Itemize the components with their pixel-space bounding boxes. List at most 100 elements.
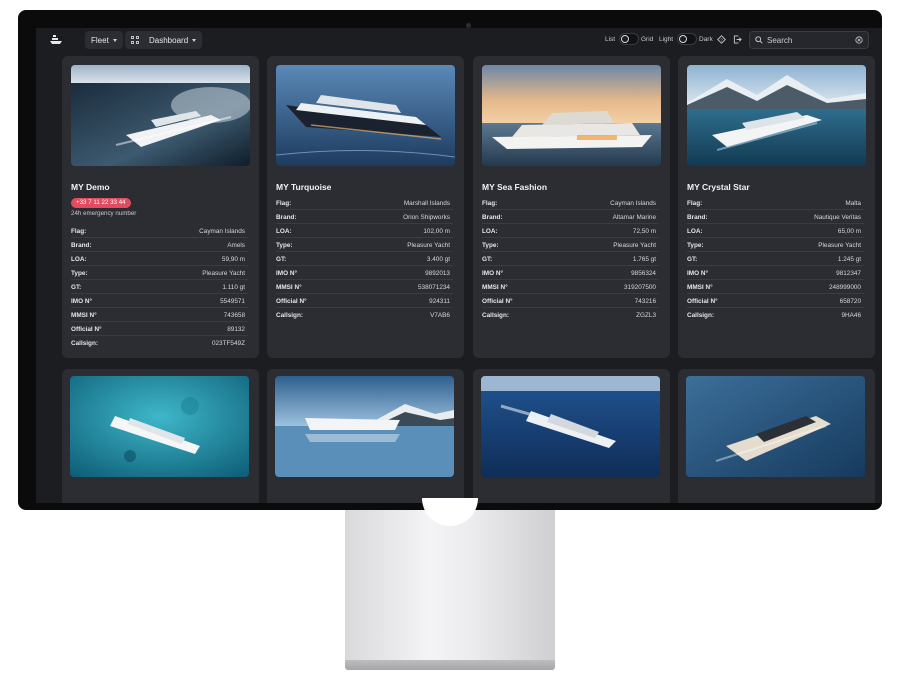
search-input[interactable] bbox=[767, 34, 847, 46]
spec-list: Flag: Malta Brand: Nautique Veritas LOA: 65… bbox=[687, 196, 864, 322]
spec-row-mmsi: MMSI N° 319207500 bbox=[482, 280, 659, 294]
spec-value: Orion Shipworks bbox=[403, 214, 450, 221]
clear-icon[interactable] bbox=[855, 36, 863, 44]
spec-row-brand: Brand: Altamar Marine bbox=[482, 210, 659, 224]
grid-label: Grid bbox=[641, 36, 654, 43]
spec-value: Cayman Islands bbox=[199, 228, 245, 235]
spec-list: Flag: Cayman Islands Brand: Altamar Marine… bbox=[482, 196, 659, 322]
yacht-card[interactable]: MY Crystal Star Flag: Malta Brand: Nautiqu… bbox=[678, 56, 875, 358]
spec-key: MMSI N° bbox=[482, 284, 508, 291]
spec-row-flag: Flag: Malta bbox=[687, 196, 864, 210]
ship-logo-icon[interactable] bbox=[49, 33, 63, 45]
spec-key: IMO N° bbox=[482, 270, 504, 277]
spec-key: IMO N° bbox=[276, 270, 298, 277]
monitor-frame: Fleet Dashboard List Grid Light Dark ? S… bbox=[18, 10, 882, 510]
spec-row-type: Type: Pleasure Yacht bbox=[276, 238, 453, 252]
spec-key: Flag: bbox=[482, 200, 498, 207]
spec-value: 3.400 gt bbox=[426, 256, 450, 263]
spec-row-callsign: Callsign: 023TF549Z bbox=[71, 336, 248, 350]
spec-value: Malta bbox=[845, 200, 861, 207]
yacht-card[interactable]: MY Demo +33 7 11 22 33 44 24h emergency … bbox=[62, 56, 259, 358]
spec-key: Official N° bbox=[687, 298, 718, 305]
spec-key: Callsign: bbox=[276, 312, 303, 319]
spec-value: 023TF549Z bbox=[211, 340, 245, 347]
spec-key: Official N° bbox=[482, 298, 513, 305]
dashboard-dropdown[interactable]: Dashboard bbox=[125, 31, 203, 49]
spec-row-mmsi: MMSI N° 538071234 bbox=[276, 280, 453, 294]
spec-row-gt: GT: 1.110 gt bbox=[71, 280, 248, 294]
app-screen: Fleet Dashboard List Grid Light Dark ? S… bbox=[36, 28, 882, 503]
spec-value: V7AB6 bbox=[430, 312, 450, 319]
spec-key: Type: bbox=[276, 242, 293, 249]
spec-row-official: Official N° 89132 bbox=[71, 322, 248, 336]
yacht-name: MY Demo bbox=[71, 182, 110, 192]
chevron-down-icon bbox=[192, 38, 197, 42]
help-icon[interactable]: ? bbox=[717, 35, 726, 44]
logout-icon[interactable] bbox=[733, 35, 742, 44]
spec-key: Brand: bbox=[276, 214, 297, 221]
search-box[interactable] bbox=[749, 31, 869, 49]
list-label: List bbox=[605, 36, 616, 43]
spec-key: GT: bbox=[482, 256, 493, 263]
spec-value: Pleasure Yacht bbox=[818, 242, 861, 249]
spec-value: 102,00 m bbox=[423, 228, 450, 235]
spec-row-brand: Brand: Orion Shipworks bbox=[276, 210, 453, 224]
spec-row-type: Type: Pleasure Yacht bbox=[71, 266, 248, 280]
yacht-card[interactable] bbox=[678, 369, 875, 503]
spec-key: MMSI N° bbox=[71, 312, 97, 319]
list-grid-toggle[interactable] bbox=[619, 33, 639, 45]
dark-label: Dark bbox=[699, 36, 713, 43]
spec-key: Official N° bbox=[276, 298, 307, 305]
spec-value: Cayman Islands bbox=[610, 200, 656, 207]
fleet-dropdown[interactable]: Fleet bbox=[85, 31, 123, 49]
spec-key: IMO N° bbox=[71, 298, 93, 305]
spec-key: Flag: bbox=[276, 200, 292, 207]
spec-value: Amels bbox=[227, 242, 245, 249]
yacht-photo bbox=[481, 376, 660, 477]
spec-row-loa: LOA: 59,90 m bbox=[71, 252, 248, 266]
spec-value: Pleasure Yacht bbox=[613, 242, 656, 249]
spec-key: Type: bbox=[687, 242, 704, 249]
spec-key: Flag: bbox=[687, 200, 703, 207]
spec-value: 743216 bbox=[634, 298, 656, 305]
spec-key: LOA: bbox=[276, 228, 292, 235]
spec-key: LOA: bbox=[687, 228, 703, 235]
spec-value: 9HA46 bbox=[841, 312, 861, 319]
spec-value: ZGZL3 bbox=[636, 312, 656, 319]
spec-value: Nautique Veritas bbox=[814, 214, 861, 221]
spec-row-flag: Flag: Cayman Islands bbox=[71, 224, 248, 238]
spec-row-official: Official N° 743216 bbox=[482, 294, 659, 308]
emergency-phone-badge[interactable]: +33 7 11 22 33 44 bbox=[71, 198, 131, 208]
spec-key: Type: bbox=[482, 242, 499, 249]
yacht-card[interactable]: MY Sea Fashion Flag: Cayman Islands Brand… bbox=[473, 56, 670, 358]
spec-value: 658720 bbox=[839, 298, 861, 305]
theme-toggle[interactable] bbox=[677, 33, 697, 45]
spec-value: 319207500 bbox=[624, 284, 656, 291]
spec-value: 65,00 m bbox=[837, 228, 861, 235]
yacht-photo bbox=[687, 65, 866, 166]
emergency-label: 24h emergency number bbox=[71, 210, 137, 217]
spec-list: Flag: Cayman Islands Brand: Amels LOA: 59,9… bbox=[71, 224, 248, 350]
spec-row-loa: LOA: 72,50 m bbox=[482, 224, 659, 238]
spec-row-callsign: Callsign: 9HA46 bbox=[687, 308, 864, 322]
yacht-card[interactable] bbox=[62, 369, 259, 503]
spec-value: 924311 bbox=[429, 298, 450, 305]
yacht-card[interactable]: MY Turquoise Flag: Marshall Islands Brand… bbox=[267, 56, 464, 358]
spec-row-callsign: Callsign: V7AB6 bbox=[276, 308, 453, 322]
toggle-knob bbox=[621, 35, 629, 43]
spec-value: 5549571 bbox=[220, 298, 245, 305]
yacht-photo bbox=[276, 65, 455, 166]
chevron-down-icon bbox=[112, 38, 117, 42]
toggle-knob bbox=[679, 35, 687, 43]
spec-row-official: Official N° 658720 bbox=[687, 294, 864, 308]
spec-value: 1.110 gt bbox=[222, 284, 245, 291]
yacht-card[interactable] bbox=[267, 369, 464, 503]
yacht-card[interactable] bbox=[473, 369, 670, 503]
spec-value: 9812347 bbox=[836, 270, 861, 277]
spec-key: IMO N° bbox=[687, 270, 709, 277]
spec-value: 1.245 gt bbox=[837, 256, 861, 263]
yacht-photo bbox=[70, 376, 249, 477]
spec-row-imo: IMO N° 9812347 bbox=[687, 266, 864, 280]
spec-key: Official N° bbox=[71, 326, 102, 333]
spec-row-imo: IMO N° 9856324 bbox=[482, 266, 659, 280]
